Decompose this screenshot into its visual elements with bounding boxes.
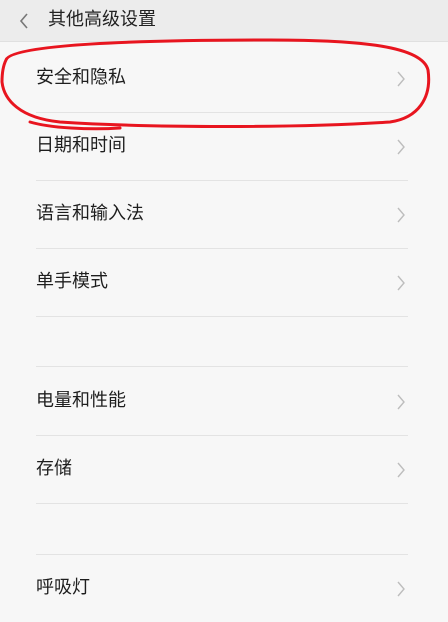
chevron-right-icon [397,71,405,87]
divider [36,503,408,504]
chevron-left-icon [19,13,28,29]
chevron-right-icon [397,139,405,155]
chevron-right-icon [397,275,405,291]
settings-item-storage[interactable]: 存储 [0,435,448,503]
divider [36,316,408,317]
settings-item-security-privacy[interactable]: 安全和隐私 [0,44,448,112]
settings-item-label: 安全和隐私 [36,67,126,88]
settings-item-label: 存储 [36,458,72,479]
settings-item-battery-performance[interactable]: 电量和性能 [0,367,448,435]
chevron-right-icon [397,581,405,597]
settings-item-label: 单手模式 [36,271,108,292]
settings-item-date-time[interactable]: 日期和时间 [0,112,448,180]
settings-item-label: 电量和性能 [36,390,126,411]
app-header: 其他高级设置 [0,0,448,42]
settings-item-label: 语言和输入法 [36,203,144,224]
settings-item-label: 日期和时间 [36,135,126,156]
settings-item-label: 呼吸灯 [36,577,90,598]
chevron-right-icon [397,462,405,478]
settings-item-one-hand-mode[interactable]: 单手模式 [0,248,448,316]
settings-item-language-input[interactable]: 语言和输入法 [0,180,448,248]
back-button[interactable] [10,0,40,42]
chevron-right-icon [397,207,405,223]
settings-item-breathing-light[interactable]: 呼吸灯 [0,554,448,622]
chevron-right-icon [397,394,405,410]
page-title: 其他高级设置 [48,9,156,30]
